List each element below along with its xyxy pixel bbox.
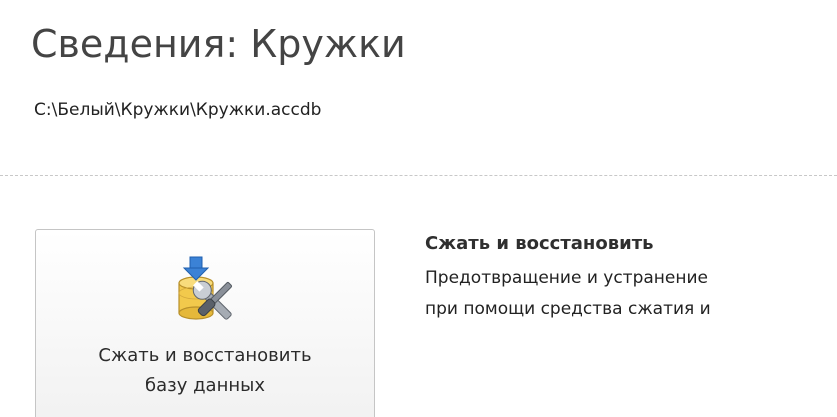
page-title: Сведения: Кружки xyxy=(31,22,406,66)
description-line-2: при помощи средства сжатия и xyxy=(425,299,711,319)
compact-repair-heading: Сжать и восстановить xyxy=(425,233,654,254)
button-label-line-2: базу данных xyxy=(145,375,265,396)
compact-repair-description-text: Предотвращение и устранение при помощи с… xyxy=(425,263,711,325)
compact-repair-database-icon xyxy=(178,256,232,320)
compact-repair-button[interactable]: Сжать и восстановить базу данных xyxy=(35,229,375,417)
description-line-1: Предотвращение и устранение xyxy=(425,268,708,288)
file-path: C:\Белый\Кружки\Кружки.accdb xyxy=(34,100,322,120)
dashed-divider xyxy=(0,175,837,176)
button-label-line-1: Сжать и восстановить xyxy=(98,345,312,366)
compact-repair-button-label: Сжать и восстановить базу данных xyxy=(36,341,374,401)
compact-repair-description: Сжать и восстановить Предотвращение и ус… xyxy=(425,231,711,325)
